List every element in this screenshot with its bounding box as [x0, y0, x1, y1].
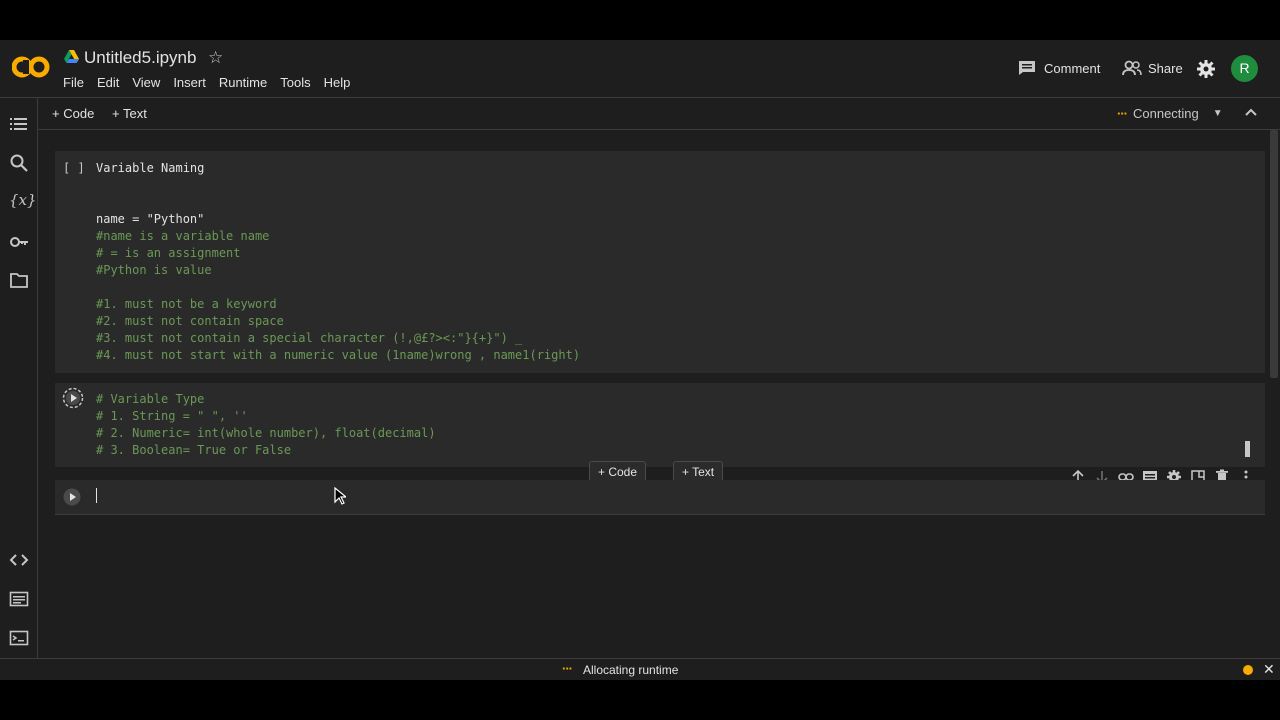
insert-text-label: Text: [692, 465, 715, 479]
code-line: # 3. Boolean= True or False: [96, 443, 292, 457]
insert-code-label: Code: [608, 465, 638, 479]
share-label: Share: [1148, 60, 1183, 76]
command-palette-icon[interactable]: [9, 589, 29, 609]
code-line: #1. must not be a keyword: [96, 297, 277, 311]
notebook-scrollbar[interactable]: [1270, 130, 1278, 378]
loading-dots-icon: ···: [1117, 106, 1128, 121]
code-cell[interactable]: [55, 480, 1265, 515]
close-icon[interactable]: ✕: [1263, 661, 1275, 678]
avatar[interactable]: R: [1231, 55, 1258, 82]
plus-icon: +: [682, 465, 693, 479]
terminal-icon[interactable]: [9, 628, 29, 648]
status-text: Allocating runtime: [583, 663, 679, 677]
status-bar: ··· Allocating runtime ✕: [0, 658, 1280, 680]
code-line: #4. must not start with a numeric value …: [96, 348, 581, 362]
code-line: # 1. String = " ", '': [96, 409, 248, 423]
menu-edit[interactable]: Edit: [97, 75, 119, 90]
run-cell-button[interactable]: [62, 487, 82, 507]
dropdown-arrow-icon[interactable]: ▼: [1213, 108, 1223, 119]
search-icon[interactable]: [9, 153, 29, 173]
execution-count: [ ]: [63, 161, 85, 175]
text-cursor: [96, 488, 97, 503]
menu-file[interactable]: File: [63, 75, 84, 90]
star-icon[interactable]: ☆: [208, 48, 223, 68]
code-line: # 2. Numeric= int(whole number), float(d…: [96, 426, 436, 440]
code-cell[interactable]: [ ] Variable Naming name = "Python" #nam…: [55, 151, 1265, 373]
collapse-header-icon[interactable]: [1243, 104, 1259, 120]
folder-icon[interactable]: [9, 270, 29, 290]
variables-icon[interactable]: {x}: [9, 191, 37, 211]
code-line: #Python is value: [96, 263, 212, 277]
google-drive-icon[interactable]: [64, 50, 79, 63]
code-line: #2. must not contain space: [96, 314, 284, 328]
share-button[interactable]: Share: [1122, 60, 1183, 76]
gear-icon[interactable]: [1197, 60, 1215, 78]
plus-icon: +: [112, 106, 120, 121]
connection-status: Connecting: [1133, 106, 1199, 121]
code-line: #3. must not contain a special character…: [96, 331, 523, 345]
people-icon: [1122, 60, 1142, 76]
cell-scroll-indicator: [1245, 441, 1250, 457]
menu-bar: File Edit View Insert Runtime Tools Help: [63, 75, 363, 90]
mouse-pointer-icon: [334, 487, 346, 505]
menu-insert[interactable]: Insert: [173, 75, 206, 90]
add-code-button[interactable]: + Code: [52, 106, 94, 121]
menu-help[interactable]: Help: [324, 75, 351, 90]
colab-app: Untitled5.ipynb ☆ File Edit View Insert …: [0, 40, 1280, 680]
notebook-title[interactable]: Untitled5.ipynb: [84, 48, 196, 68]
left-sidebar: {x}: [0, 98, 38, 658]
run-cell-button[interactable]: [62, 387, 84, 409]
code-cell[interactable]: # Variable Type # 1. String = " ", '' # …: [55, 383, 1265, 467]
plus-icon: +: [52, 106, 60, 121]
add-code-label: Code: [63, 106, 95, 121]
code-line: # = is an assignment: [96, 246, 241, 260]
colab-logo-icon[interactable]: [12, 55, 50, 79]
menu-tools[interactable]: Tools: [280, 75, 310, 90]
comment-icon: [1018, 60, 1036, 76]
code-snippets-icon[interactable]: [9, 550, 29, 570]
code-line: #name is a variable name: [96, 229, 270, 243]
code-line: # Variable Type: [96, 392, 205, 406]
plus-icon: +: [598, 465, 609, 479]
code-line: name = "Python": [96, 212, 205, 226]
menu-view[interactable]: View: [132, 75, 160, 90]
add-text-button[interactable]: + Text: [112, 106, 147, 121]
loading-dots-icon: ···: [562, 661, 573, 676]
code-line: Variable Naming: [96, 161, 205, 175]
comment-button[interactable]: Comment: [1018, 60, 1100, 76]
comment-label: Comment: [1044, 60, 1101, 76]
status-indicator-icon: [1243, 665, 1253, 675]
key-icon[interactable]: [9, 232, 29, 252]
add-text-label: Text: [122, 106, 147, 121]
notebook-toolbar: + Code + Text ··· Connecting ▼: [37, 98, 1280, 130]
header: Untitled5.ipynb ☆ File Edit View Insert …: [0, 40, 1280, 98]
menu-runtime[interactable]: Runtime: [219, 75, 267, 90]
toc-icon[interactable]: [9, 114, 29, 134]
connect-runtime-button[interactable]: ··· Connecting ▼: [1117, 106, 1223, 121]
